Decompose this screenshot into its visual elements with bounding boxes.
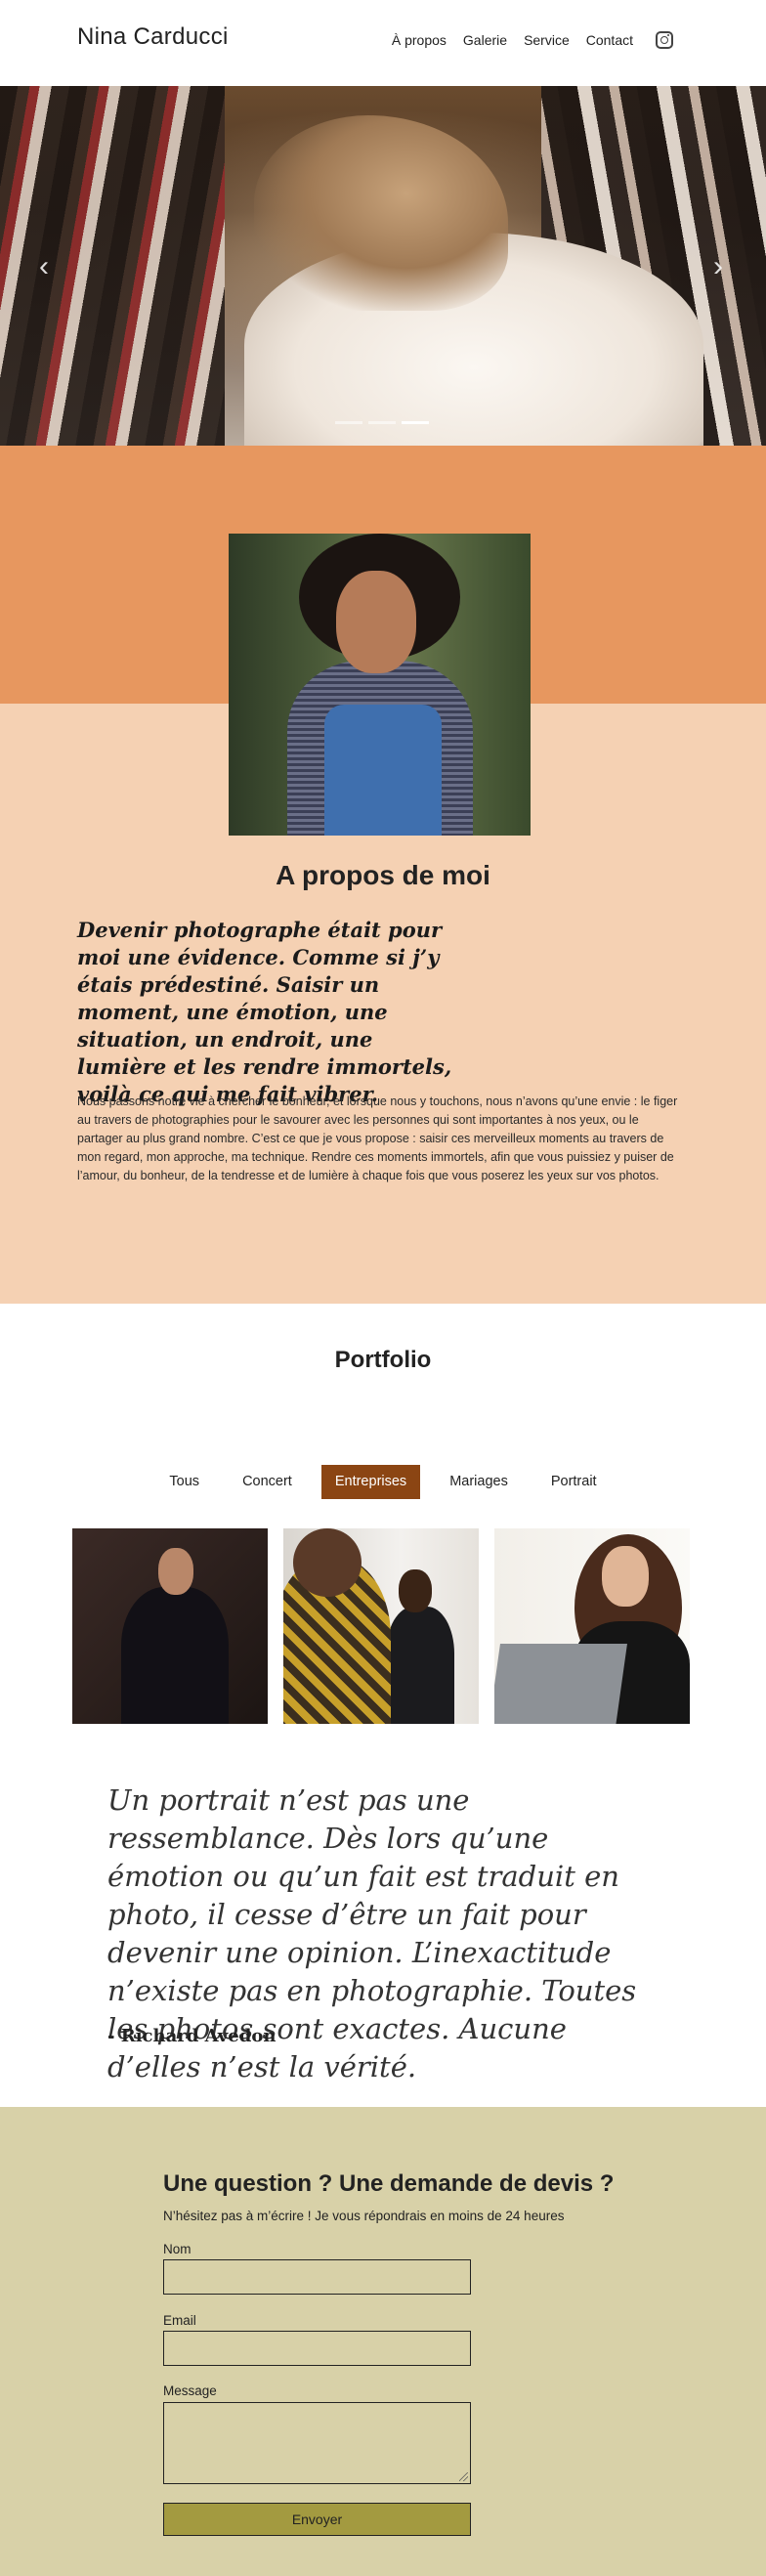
about-section: A propos de moi Devenir photographe étai… xyxy=(0,446,766,1304)
gallery-image-laptop-woman[interactable] xyxy=(494,1528,690,1724)
filter-mariages[interactable]: Mariages xyxy=(436,1465,522,1499)
portfolio-gallery xyxy=(72,1528,690,1724)
submit-button[interactable]: Envoyer xyxy=(163,2503,471,2536)
site-header: Nina Carducci À propos Galerie Service C… xyxy=(0,0,766,86)
carousel-indicators xyxy=(335,421,429,424)
quote-author: - Richard Avedon xyxy=(107,2026,277,2046)
nav-contact[interactable]: Contact xyxy=(586,32,633,48)
filter-portrait[interactable]: Portrait xyxy=(537,1465,611,1499)
filter-concert[interactable]: Concert xyxy=(229,1465,306,1499)
site-name[interactable]: Nina Carducci xyxy=(77,23,229,51)
contact-subtitle: N’hésitez pas à m’écrire ! Je vous répon… xyxy=(163,2209,565,2223)
nav-about[interactable]: À propos xyxy=(392,32,447,48)
carousel-indicator-1[interactable] xyxy=(335,421,362,424)
hero-image-couple xyxy=(254,115,508,311)
carousel-next-icon[interactable]: › xyxy=(713,252,723,281)
hero-carousel: ‹ › xyxy=(0,86,766,446)
about-body: Nous passons notre vie à chercher le bon… xyxy=(77,1095,678,1182)
name-field[interactable] xyxy=(163,2259,471,2295)
carousel-indicator-2[interactable] xyxy=(368,421,396,424)
email-label: Email xyxy=(163,2313,196,2328)
main-nav: À propos Galerie Service Contact xyxy=(392,31,673,49)
nav-gallery[interactable]: Galerie xyxy=(463,32,507,48)
g3-laptop xyxy=(494,1644,627,1724)
portfolio-title: Portfolio xyxy=(334,1347,432,1373)
g2-woman xyxy=(386,1607,454,1724)
nav-service[interactable]: Service xyxy=(524,32,570,48)
filter-all[interactable]: Tous xyxy=(155,1465,213,1499)
about-quote: Devenir photographe était pour moi une é… xyxy=(77,918,452,1106)
g3-face xyxy=(602,1546,649,1607)
portfolio-filters: Tous Concert Entreprises Mariages Portra… xyxy=(0,1465,766,1499)
email-field[interactable] xyxy=(163,2331,471,2366)
page: Nina Carducci À propos Galerie Service C… xyxy=(0,0,766,2576)
hero-image-crowd-left xyxy=(0,86,225,446)
g2-woman-head xyxy=(399,1569,432,1612)
g1-head xyxy=(158,1548,193,1595)
message-label: Message xyxy=(163,2383,217,2398)
instagram-icon[interactable] xyxy=(656,31,673,49)
g1-suit xyxy=(121,1587,229,1724)
about-portrait-image xyxy=(229,534,531,836)
portrait-overall xyxy=(324,705,442,836)
contact-section: Une question ? Une demande de devis ? N’… xyxy=(0,2107,766,2576)
about-title: A propos de moi xyxy=(276,860,490,890)
gallery-image-meeting[interactable] xyxy=(283,1528,479,1724)
carousel-indicator-3[interactable] xyxy=(402,421,429,424)
message-field[interactable] xyxy=(163,2402,471,2484)
g2-back-head xyxy=(293,1528,362,1597)
name-label: Nom xyxy=(163,2242,192,2256)
contact-title: Une question ? Une demande de devis ? xyxy=(163,2170,615,2197)
carousel-prev-icon[interactable]: ‹ xyxy=(39,252,49,281)
filter-entreprises[interactable]: Entreprises xyxy=(320,1465,421,1499)
portrait-face xyxy=(336,571,416,673)
gallery-image-business-man[interactable] xyxy=(72,1528,268,1724)
resize-grip-icon[interactable] xyxy=(459,2472,468,2481)
